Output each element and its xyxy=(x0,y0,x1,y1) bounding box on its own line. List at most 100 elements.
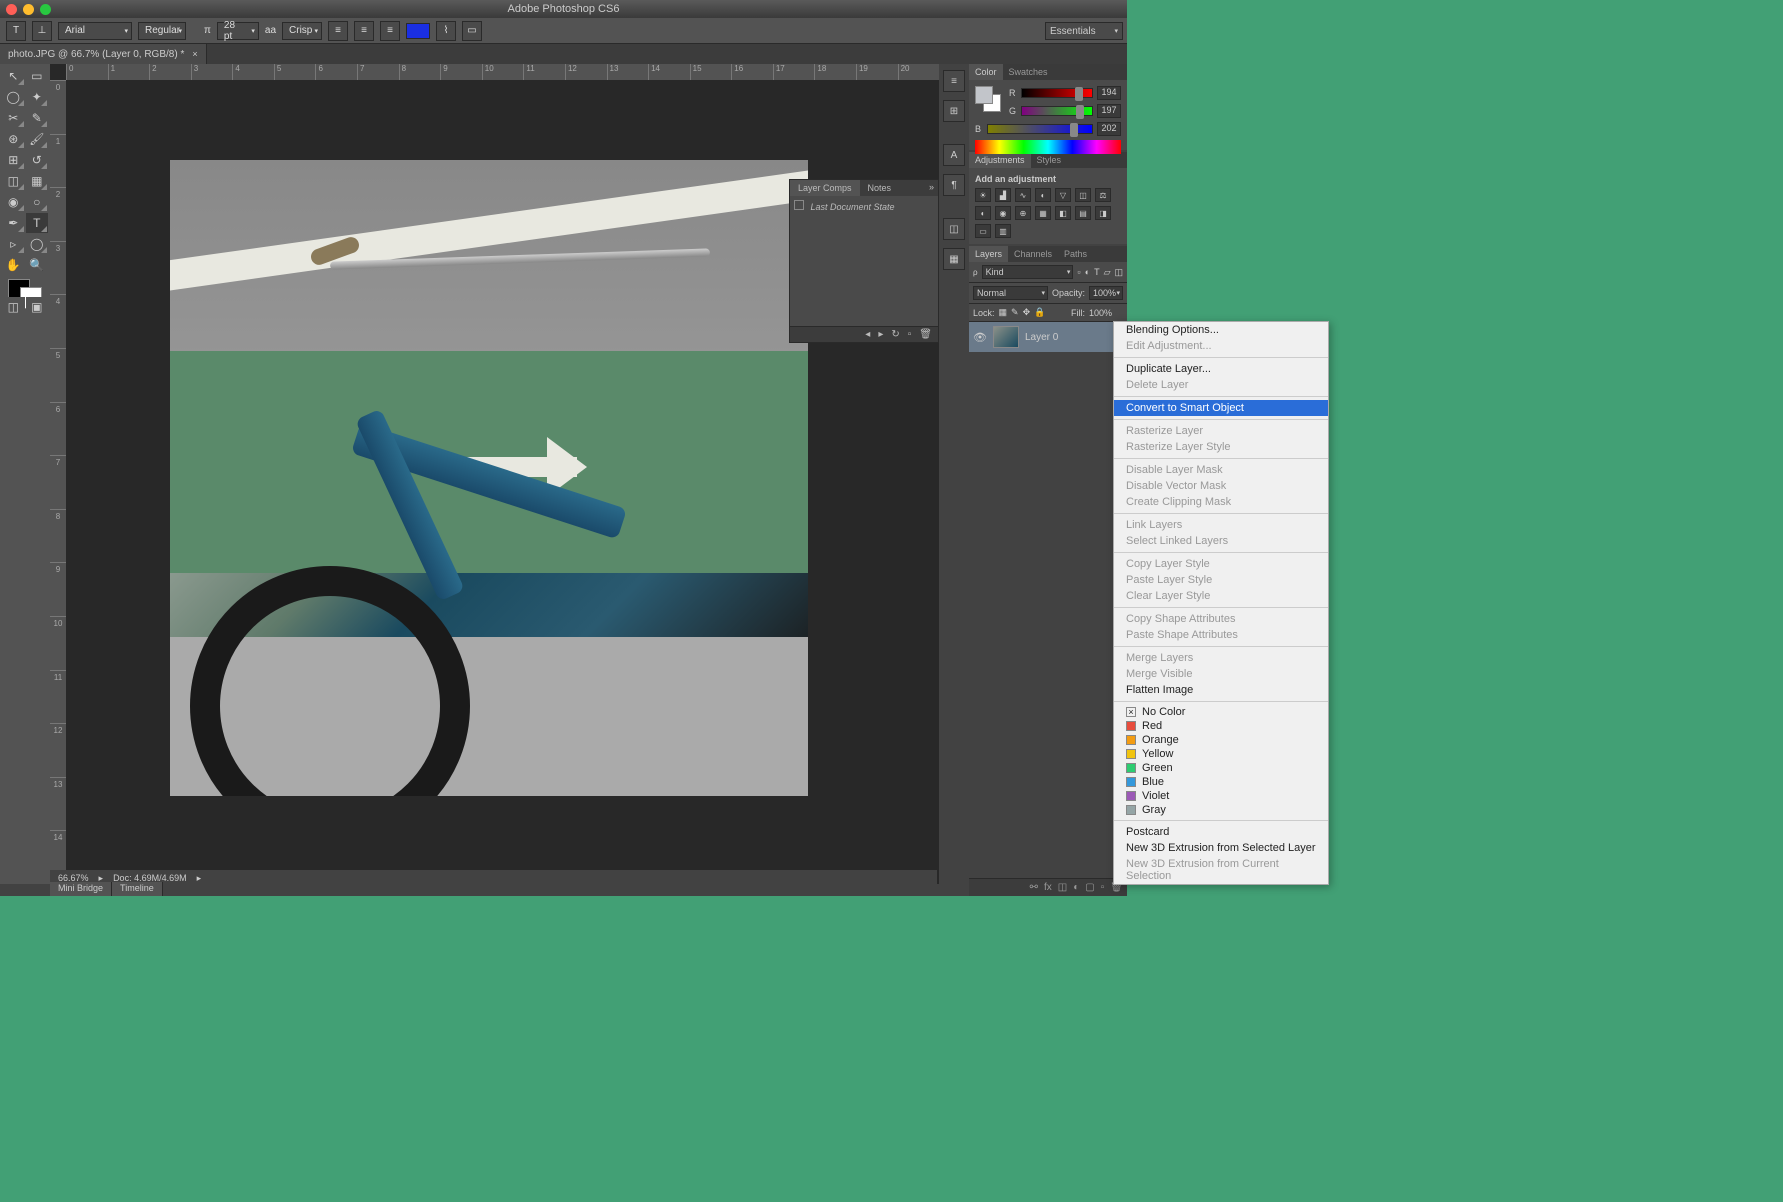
close-tab-icon[interactable]: × xyxy=(192,49,197,59)
path-selection-tool[interactable]: ▹ xyxy=(2,234,25,254)
layer-thumbnail[interactable] xyxy=(993,326,1019,348)
brush-panel-icon[interactable]: ◫ xyxy=(943,218,965,240)
color-tab[interactable]: Color xyxy=(969,64,1003,80)
font-family-dropdown[interactable]: Arial xyxy=(58,22,132,40)
paragraph-panel-icon[interactable]: A xyxy=(943,144,965,166)
context-menu-color-item[interactable]: Violet xyxy=(1114,789,1328,803)
context-menu-item[interactable]: Convert to Smart Object xyxy=(1114,400,1328,416)
move-tool[interactable]: ↖ xyxy=(2,66,25,86)
quick-mask-button[interactable]: ◫ xyxy=(2,297,25,317)
brightness-adj-icon[interactable]: ☀ xyxy=(975,188,991,202)
text-color-swatch[interactable] xyxy=(406,23,430,39)
context-menu-item[interactable]: New 3D Extrusion from Selected Layer xyxy=(1114,840,1328,856)
paragraph-styles-icon[interactable]: ¶ xyxy=(943,174,965,196)
lock-transparency-icon[interactable]: ▦ xyxy=(999,307,1008,318)
layer-name[interactable]: Layer 0 xyxy=(1025,332,1123,343)
layer-group-icon[interactable]: ▢ xyxy=(1085,882,1094,893)
selective-color-adj-icon[interactable]: ▥ xyxy=(995,224,1011,238)
workspace-switcher[interactable]: Essentials xyxy=(1045,22,1123,40)
canvas-area[interactable]: 01234567891011121314151617181920 0123456… xyxy=(50,64,939,884)
context-menu-color-item[interactable]: Green xyxy=(1114,761,1328,775)
hand-tool[interactable]: ✋ xyxy=(2,255,25,275)
layers-tab[interactable]: Layers xyxy=(969,246,1008,262)
context-menu-item[interactable]: Blending Options... xyxy=(1114,322,1328,338)
context-menu-color-item[interactable]: Gray xyxy=(1114,803,1328,817)
prev-comp-icon[interactable]: ◂ xyxy=(865,329,870,340)
lasso-tool[interactable]: ◯ xyxy=(2,87,25,107)
curves-adj-icon[interactable]: ∿ xyxy=(1015,188,1031,202)
context-menu-color-item[interactable]: Red xyxy=(1114,719,1328,733)
warp-text-button[interactable]: ⌇ xyxy=(436,21,456,41)
zoom-tool[interactable]: 🔍 xyxy=(26,255,49,275)
context-menu-item[interactable]: Postcard xyxy=(1114,824,1328,840)
filter-type-icon[interactable]: T xyxy=(1094,267,1100,277)
align-center-button[interactable]: ≡ xyxy=(354,21,374,41)
mini-bridge-tab[interactable]: Mini Bridge xyxy=(50,882,112,896)
fill-value[interactable]: 100% xyxy=(1089,308,1123,318)
history-panel-icon[interactable]: ≡ xyxy=(943,70,965,92)
blend-mode-dropdown[interactable]: Normal xyxy=(973,286,1048,300)
font-size-dropdown[interactable]: 28 pt xyxy=(217,22,259,40)
color-panel-swatches[interactable] xyxy=(975,86,1001,112)
vibrance-adj-icon[interactable]: ▽ xyxy=(1055,188,1071,202)
filter-smart-icon[interactable]: ◫ xyxy=(1114,267,1123,278)
posterize-adj-icon[interactable]: ▤ xyxy=(1075,206,1091,220)
context-menu-color-item[interactable]: Orange xyxy=(1114,733,1328,747)
bw-adj-icon[interactable]: ◐ xyxy=(975,206,991,220)
photo-filter-adj-icon[interactable]: ◉ xyxy=(995,206,1011,220)
b-value[interactable]: 202 xyxy=(1097,122,1121,136)
brush-presets-icon[interactable]: ▦ xyxy=(943,248,965,270)
layer-mask-icon[interactable]: ◫ xyxy=(1058,882,1067,893)
update-comp-icon[interactable]: ↻ xyxy=(891,329,899,340)
context-menu-item[interactable]: Flatten Image xyxy=(1114,682,1328,698)
filter-shape-icon[interactable]: ▱ xyxy=(1104,267,1111,278)
channel-mixer-adj-icon[interactable]: ⊕ xyxy=(1015,206,1031,220)
color-lookup-adj-icon[interactable]: ▦ xyxy=(1035,206,1051,220)
close-window-button[interactable] xyxy=(6,4,17,15)
align-left-button[interactable]: ≡ xyxy=(328,21,348,41)
document-tab[interactable]: photo.JPG @ 66.7% (Layer 0, RGB/8) * × xyxy=(0,44,207,64)
eraser-tool[interactable]: ◫ xyxy=(2,171,25,191)
exposure-adj-icon[interactable]: ◐ xyxy=(1035,188,1051,202)
context-menu-color-item[interactable]: Blue xyxy=(1114,775,1328,789)
notes-tab[interactable]: Notes xyxy=(860,180,900,196)
crop-tool[interactable]: ✂ xyxy=(2,108,25,128)
context-menu-color-item[interactable]: Yellow xyxy=(1114,747,1328,761)
layer-context-menu[interactable]: Blending Options...Edit Adjustment...Dup… xyxy=(1113,321,1329,885)
delete-comp-icon[interactable]: 🗑 xyxy=(919,329,932,340)
brush-tool[interactable]: 🖌 xyxy=(26,129,49,149)
shape-tool[interactable]: ◯ xyxy=(26,234,49,254)
context-menu-color-item[interactable]: ×No Color xyxy=(1114,705,1328,719)
paths-tab[interactable]: Paths xyxy=(1058,246,1093,262)
font-style-dropdown[interactable]: Regular xyxy=(138,22,186,40)
g-value[interactable]: 197 xyxy=(1097,104,1121,118)
eyedropper-tool[interactable]: ✎ xyxy=(26,108,49,128)
layer-0-row[interactable]: 👁 Layer 0 xyxy=(969,322,1127,352)
threshold-adj-icon[interactable]: ◨ xyxy=(1095,206,1111,220)
align-right-button[interactable]: ≡ xyxy=(380,21,400,41)
filter-adj-icon[interactable]: ◐ xyxy=(1085,267,1090,277)
swatches-tab[interactable]: Swatches xyxy=(1003,64,1054,80)
lock-position-icon[interactable]: ✥ xyxy=(1023,307,1031,318)
r-value[interactable]: 194 xyxy=(1097,86,1121,100)
magic-wand-tool[interactable]: ✦ xyxy=(26,87,49,107)
collapse-panel-icon[interactable]: » xyxy=(925,180,938,196)
new-layer-icon[interactable]: ▫ xyxy=(1101,882,1105,893)
text-orientation-toggle[interactable]: ⊥ xyxy=(32,21,52,41)
levels-adj-icon[interactable]: ▟ xyxy=(995,188,1011,202)
opacity-value[interactable]: 100% xyxy=(1089,286,1123,300)
filter-pixel-icon[interactable]: ▫ xyxy=(1077,267,1080,277)
layer-fx-icon[interactable]: fx xyxy=(1044,882,1052,893)
b-slider[interactable] xyxy=(987,124,1093,134)
character-panel-icon[interactable]: ⊞ xyxy=(943,100,965,122)
character-panel-button[interactable]: ▭ xyxy=(462,21,482,41)
clone-stamp-tool[interactable]: ⊞ xyxy=(2,150,25,170)
gradient-map-adj-icon[interactable]: ▭ xyxy=(975,224,991,238)
color-balance-adj-icon[interactable]: ⚖ xyxy=(1095,188,1111,202)
color-spectrum[interactable] xyxy=(975,140,1121,154)
lock-all-icon[interactable]: 🔒 xyxy=(1034,307,1045,318)
document-canvas[interactable] xyxy=(170,160,808,796)
timeline-tab[interactable]: Timeline xyxy=(112,882,163,896)
r-slider[interactable] xyxy=(1021,88,1093,98)
styles-tab[interactable]: Styles xyxy=(1031,152,1068,168)
